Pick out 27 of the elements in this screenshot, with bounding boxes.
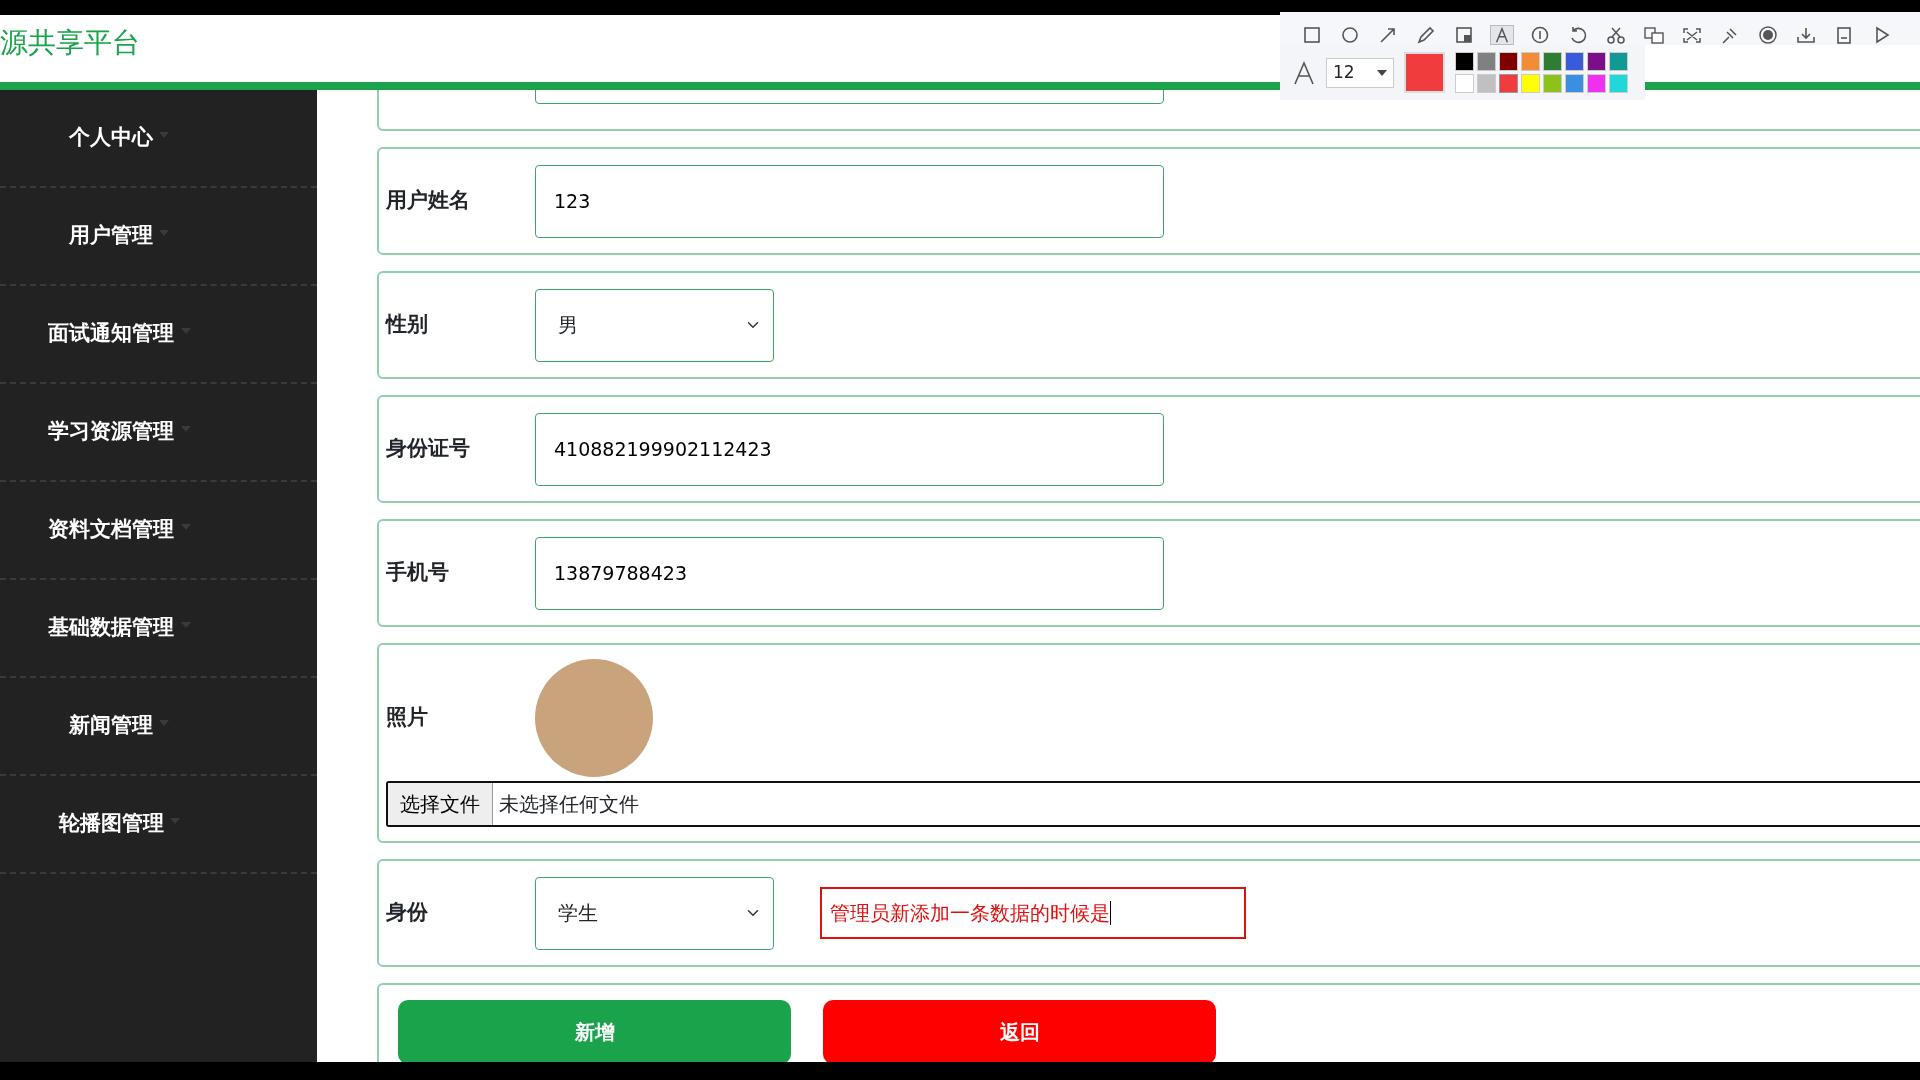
sidebar-item[interactable]: 学习资源管理: [0, 416, 222, 448]
font-size-dropdown[interactable]: 12: [1326, 57, 1394, 88]
field-label: 性别: [386, 311, 429, 339]
file-input[interactable]: 选择文件 未选择任何文件: [386, 781, 1920, 827]
field-label: 用户姓名: [386, 187, 471, 215]
annotation-text-box[interactable]: 管理员新添加一条数据的时候是: [820, 887, 1246, 939]
sidebar-item[interactable]: 个人中心: [0, 122, 222, 154]
site-title: 源共享平台: [0, 25, 140, 57]
file-status: 未选择任何文件: [498, 791, 639, 818]
back-button[interactable]: 返回: [823, 1000, 1216, 1062]
input-field[interactable]: 410882199902112423: [535, 412, 1164, 486]
sidebar-item[interactable]: 基础数据管理: [0, 612, 222, 644]
sidebar-item[interactable]: 用户管理: [0, 220, 222, 252]
field-label: 照片: [386, 704, 429, 732]
select-field[interactable]: 男: [535, 288, 774, 362]
sidebar-item[interactable]: 轮播图管理: [0, 808, 222, 840]
choose-file-button[interactable]: 选择文件: [388, 783, 493, 825]
field-label: 身份: [386, 899, 429, 927]
select-field[interactable]: 学生: [535, 876, 774, 950]
sidebar-item[interactable]: 面试通知管理: [0, 318, 222, 350]
sidebar-item[interactable]: 新闻管理: [0, 710, 222, 742]
field-label: 手机号: [386, 559, 450, 587]
field-label: 身份证号: [386, 435, 471, 463]
sidebar-item[interactable]: 资料文档管理: [0, 514, 222, 546]
annotation-text: 管理员新添加一条数据的时候是: [830, 900, 1110, 927]
input-field[interactable]: 123: [535, 164, 1164, 238]
input-field[interactable]: 13879788423: [535, 536, 1164, 610]
